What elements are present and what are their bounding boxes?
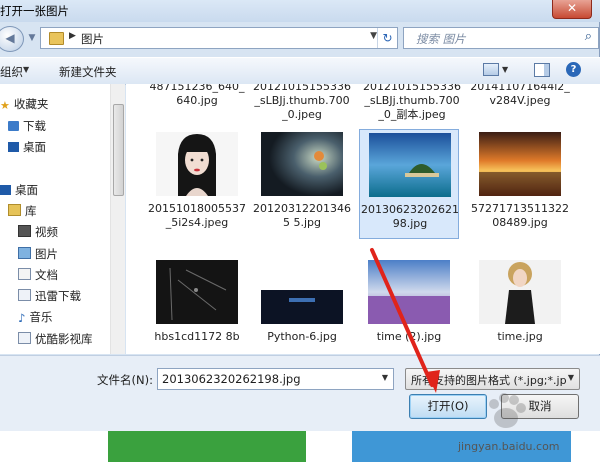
file-name: Python-6.jpg	[267, 330, 337, 343]
thumbnail-image	[156, 132, 238, 196]
file-item[interactable]: 201203122013465 5.jpg	[252, 132, 352, 242]
file-name: 5727171351132208489.jpg	[471, 202, 569, 229]
address-bar[interactable]: ▶ 图片 ▼ ↻	[40, 27, 398, 49]
thunder-download-icon	[18, 289, 31, 301]
file-name[interactable]: 201411071644l2_v284V.jpeg	[470, 84, 570, 108]
search-box[interactable]: 搜索 图片 ⌕	[403, 27, 599, 49]
file-item-selected[interactable]: 20130623202621 98.jpg	[359, 129, 459, 239]
change-view-icon[interactable]	[483, 63, 499, 76]
file-item[interactable]: hbs1cd1172 8b	[147, 260, 247, 354]
thumbnail-image	[369, 133, 451, 197]
file-name[interactable]: 20121015155336_sLBJj.thumb.700_0_副本.jpeg	[362, 84, 462, 122]
file-item[interactable]: time (2).jpg	[359, 260, 459, 354]
folder-icon	[49, 32, 64, 45]
close-button[interactable]: ✕	[552, 0, 592, 19]
file-name: 201203122013465 5.jpg	[253, 202, 351, 229]
breadcrumb-current[interactable]: 图片	[81, 31, 104, 47]
thumbnail-image	[261, 132, 343, 196]
preview-pane-icon[interactable]	[534, 63, 550, 77]
desktop-icon	[0, 185, 11, 195]
library-icon	[8, 204, 21, 216]
navigation-bar: ◀ ▼ ▶ 图片 ▼ ↻ 搜索 图片 ⌕	[0, 23, 600, 53]
search-input[interactable]: 搜索 图片	[416, 31, 466, 47]
navigation-pane-scrollbar[interactable]	[110, 84, 125, 354]
pictures-library-icon	[18, 247, 31, 259]
file-name: 20130623202621 98.jpg	[361, 203, 459, 230]
file-item[interactable]: time.jpg	[470, 260, 570, 354]
back-button[interactable]: ◀	[0, 26, 24, 52]
file-item[interactable]: Python-6.jpg	[252, 260, 352, 354]
window-title: 打开一张图片	[0, 4, 69, 18]
file-item[interactable]: 5727171351132208489.jpg	[470, 132, 570, 242]
command-toolbar: 组织 ▼ 新建文件夹 ▼ ?	[0, 57, 600, 85]
sidebar-item-desktop[interactable]: 桌面	[8, 139, 46, 155]
file-item[interactable]: 20151018005537_5i2s4.jpeg	[147, 132, 247, 242]
star-icon: ★	[0, 99, 10, 112]
organize-menu-button[interactable]: 组织	[0, 64, 23, 80]
search-icon[interactable]: ⌕	[585, 29, 592, 44]
navigation-pane: ★ 收藏夹 下载 桌面 桌面 库 视频 图片 文档 迅雷下载 ♪ 音乐 优酷影视库	[0, 84, 110, 354]
refresh-button[interactable]: ↻	[377, 28, 397, 48]
sidebar-item-libraries[interactable]: 库	[8, 203, 37, 219]
file-name[interactable]: 20121015155336_sLBJj.thumb.700_0.jpeg	[252, 84, 352, 122]
sidebar-item-thunder-downloads[interactable]: 迅雷下载	[18, 288, 81, 304]
thumbnail-image	[479, 132, 561, 196]
open-file-dialog: 打开一张图片 ✕ ◀ ▼ ▶ 图片 ▼ ↻ 搜索 图片 ⌕ 组织 ▼ 新建文件夹…	[0, 0, 600, 431]
file-list: 487151236_640_640.jpg 20121015155336_sLB…	[126, 84, 600, 354]
music-library-icon: ♪	[18, 311, 26, 325]
help-icon[interactable]: ?	[566, 62, 581, 77]
background-green-panel	[108, 431, 306, 462]
sidebar-item-desktop-root[interactable]: 桌面	[0, 182, 38, 198]
download-folder-icon	[8, 121, 19, 131]
youku-library-icon	[18, 332, 31, 344]
sidebar-item-music[interactable]: ♪ 音乐	[18, 309, 52, 325]
view-dropdown-icon[interactable]: ▼	[502, 65, 508, 74]
title-bar: 打开一张图片 ✕	[0, 0, 600, 22]
file-name: 20151018005537_5i2s4.jpeg	[148, 202, 246, 229]
sidebar-item-videos[interactable]: 视频	[18, 224, 58, 240]
file-type-value[interactable]: 所有支持的图片格式 (*.jpg;*.jp	[411, 372, 567, 388]
desktop-icon	[8, 142, 19, 152]
thumbnail-image	[261, 260, 343, 324]
file-name: hbs1cd1172 8b	[154, 330, 240, 343]
sidebar-item-youku[interactable]: 优酷影视库	[18, 331, 93, 347]
sidebar-item-pictures[interactable]: 图片	[18, 246, 58, 262]
sidebar-item-documents[interactable]: 文档	[18, 267, 58, 283]
video-library-icon	[18, 225, 31, 237]
recent-locations-dropdown[interactable]: ▼	[25, 31, 39, 45]
filename-value[interactable]: 2013062320262198.jpg	[162, 372, 301, 386]
file-name: time.jpg	[497, 330, 543, 343]
watermark-text: jingyan.baidu.com	[458, 440, 560, 453]
file-name: time (2).jpg	[376, 330, 442, 343]
sidebar-item-favorites[interactable]: ★ 收藏夹	[0, 96, 48, 112]
file-type-dropdown-icon[interactable]: ▼	[568, 373, 574, 382]
new-folder-button[interactable]: 新建文件夹	[59, 64, 117, 80]
documents-library-icon	[18, 268, 31, 280]
scrollbar-thumb[interactable]	[113, 104, 124, 196]
thumbnail-image	[156, 260, 238, 324]
filename-history-dropdown-icon[interactable]: ▼	[382, 373, 388, 382]
breadcrumb-arrow-icon[interactable]: ▶	[69, 31, 76, 41]
file-type-select[interactable]: 所有支持的图片格式 (*.jpg;*.jp ▼	[405, 368, 580, 390]
filename-input[interactable]: 2013062320262198.jpg ▼	[157, 368, 394, 390]
thumbnail-image	[368, 260, 450, 324]
address-dropdown-icon[interactable]: ▼	[370, 31, 377, 41]
sidebar-item-downloads[interactable]: 下载	[8, 118, 46, 134]
baidu-paw-logo	[489, 393, 526, 428]
filename-label: 文件名(N):	[97, 373, 153, 387]
organize-dropdown-icon[interactable]: ▼	[23, 65, 29, 74]
file-name[interactable]: 487151236_640_640.jpg	[147, 84, 247, 108]
thumbnail-image	[479, 260, 561, 324]
